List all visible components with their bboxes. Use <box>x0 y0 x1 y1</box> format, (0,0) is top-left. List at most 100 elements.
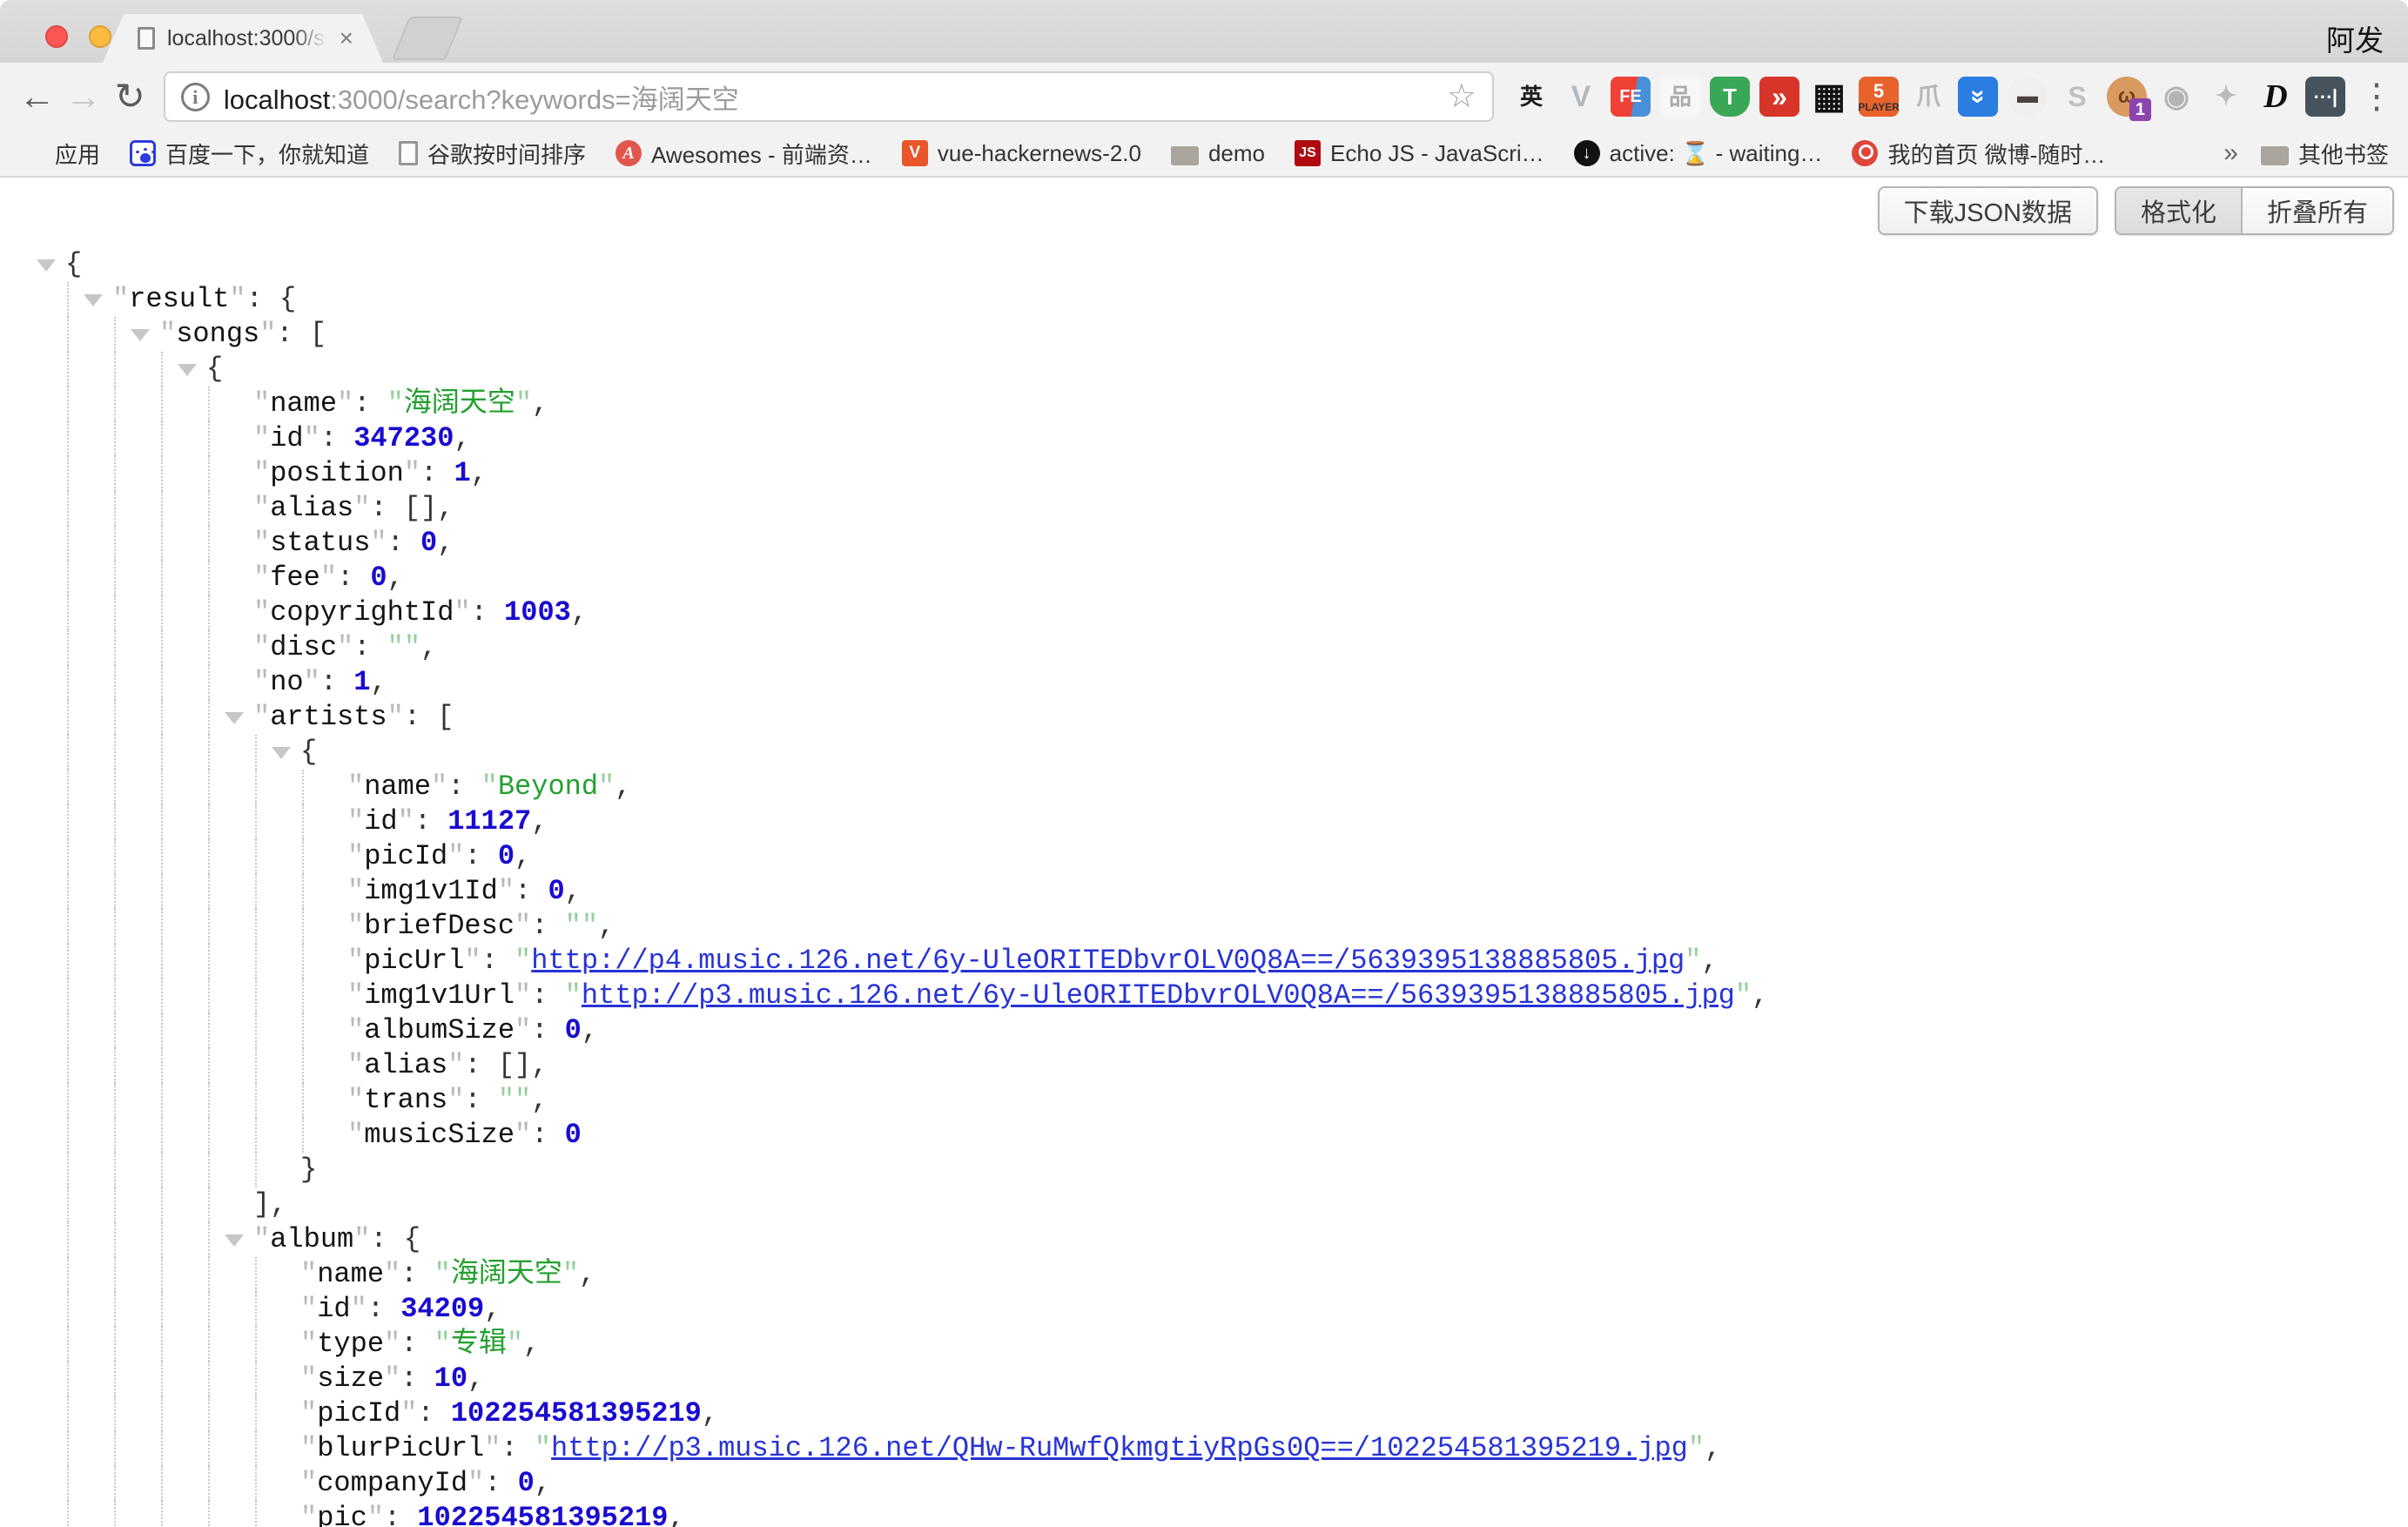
tab-close-icon[interactable]: × <box>340 26 353 50</box>
indent-guide <box>161 630 163 665</box>
json-punct: : <box>471 596 504 629</box>
back-button[interactable]: ← <box>14 78 60 115</box>
collapse-all-button[interactable]: 折叠所有 <box>2241 188 2392 233</box>
quote-mark: " <box>304 422 320 454</box>
bookmarks-overflow-chevron-icon[interactable]: » <box>2223 138 2238 168</box>
weibo-grey-extension-icon[interactable]: ◉ <box>2156 77 2196 117</box>
green-shield-extension-icon[interactable]: T <box>1710 77 1750 117</box>
reload-button[interactable]: ↻ <box>107 78 153 115</box>
json-line: "id": 11127, <box>0 804 2408 839</box>
indent-guide <box>255 839 257 874</box>
collapse-triangle-icon[interactable] <box>37 259 56 272</box>
qrcode-glyph: ▦ <box>1813 79 1846 114</box>
url-bar[interactable]: i localhost:3000/search?keywords=海阔天空 ☆ <box>164 71 1494 122</box>
json-punct: [ <box>310 318 326 350</box>
claw-extension-icon[interactable]: 爪 <box>1908 77 1948 117</box>
blue-chevron-extension-icon[interactable]: » <box>1958 77 1998 117</box>
bookmark-star-icon[interactable]: ☆ <box>1447 80 1476 113</box>
quote-mark: " <box>400 1397 417 1429</box>
indent-guide <box>302 979 304 1013</box>
html5-player-extension-icon[interactable]: 5PLAYER <box>1859 77 1899 117</box>
json-line: "alias": [], <box>0 1048 2408 1083</box>
json-url-link[interactable]: http://p4.music.126.net/6y-UleORITEDbvrO… <box>531 945 1685 977</box>
quote-mark: " <box>300 1328 317 1360</box>
bookmark-awesomes[interactable]: AAwesomes - 前端资… <box>615 138 872 170</box>
quote-mark: " <box>515 979 531 1012</box>
json-number: 0 <box>370 562 387 594</box>
site-info-icon[interactable]: i <box>181 83 210 111</box>
minimize-window-button[interactable] <box>89 25 111 48</box>
json-punct: [ <box>437 701 454 733</box>
json-line: "name": "海阔天空", <box>0 1257 2408 1292</box>
extension-badge: 1 <box>2129 98 2151 121</box>
mask-extension-icon[interactable]: ▬ <box>2008 77 2048 117</box>
indent-guide <box>208 1431 210 1466</box>
quote-mark: " <box>347 805 364 837</box>
indent-guide <box>67 665 69 700</box>
collapse-triangle-icon[interactable] <box>178 364 197 376</box>
indent-guide <box>161 1292 163 1327</box>
bookmark-vue-hackernews[interactable]: Vvue-hackernews-2.0 <box>902 140 1141 167</box>
bookmark-demo[interactable]: demo <box>1171 140 1265 167</box>
json-punct: { <box>279 283 296 315</box>
active-tab[interactable]: localhost:3000/search?keywor × <box>103 14 383 63</box>
json-url-link[interactable]: http://p3.music.126.net/6y-UleORITEDbvrO… <box>582 979 1735 1012</box>
collapse-triangle-icon[interactable] <box>225 712 244 724</box>
download-json-button[interactable]: 下载JSON数据 <box>1878 186 2098 235</box>
indent-guide <box>161 839 163 874</box>
indent-guide <box>67 804 69 839</box>
quote-mark: " <box>535 1432 551 1464</box>
profile-name[interactable]: 阿发 <box>2326 17 2384 59</box>
bookmark-echojs[interactable]: JSEcho JS - JavaScri… <box>1295 140 1544 167</box>
new-tab-button[interactable] <box>392 17 463 60</box>
collapse-triangle-icon[interactable] <box>272 747 291 759</box>
bookmark-active[interactable]: ↓active: ⌛ - waiting… <box>1574 140 1823 167</box>
bookmark-baidu[interactable]: 百度一下，你就知道 <box>130 138 369 170</box>
monkey-extension-icon[interactable]: ω1 <box>2107 77 2147 117</box>
indent-guide <box>208 491 210 526</box>
indent-guide <box>161 1362 163 1396</box>
fehelper-extension-icon[interactable]: FE <box>1611 77 1651 117</box>
hummingbird-glyph: ✦ <box>2215 84 2236 110</box>
json-line-code: "img1v1Url": "http://p3.music.126.net/6y… <box>347 979 1768 1013</box>
translate-extension-icon[interactable]: 英 <box>1511 77 1551 117</box>
bookmark-google-sorted[interactable]: 谷歌按时间排序 <box>399 138 586 170</box>
json-line: "name": "Beyond", <box>0 770 2408 804</box>
vue-devtools-glyph: V <box>1571 82 1591 111</box>
sitemap-extension-icon[interactable]: 品 <box>1660 77 1700 117</box>
hummingbird-extension-icon[interactable]: ✦ <box>2206 77 2246 117</box>
word-translate-extension-icon[interactable]: ⋯| <box>2305 77 2345 117</box>
fast-forward-extension-icon[interactable]: » <box>1759 77 1799 117</box>
json-url-link[interactable]: http://p3.music.126.net/QHw-RuMwfQkmgtiy… <box>551 1432 1688 1464</box>
format-button[interactable]: 格式化 <box>2116 188 2241 233</box>
s-disabled-extension-icon[interactable]: S <box>2057 77 2097 117</box>
indent-guide <box>67 282 69 317</box>
collapse-triangle-icon[interactable] <box>131 329 150 341</box>
chrome-menu-icon[interactable]: ⋮ <box>2359 77 2394 117</box>
quote-mark: " <box>404 631 420 663</box>
json-line-code: "albumSize": 0, <box>347 1013 598 1048</box>
bookmark-label: Echo JS - JavaScri… <box>1330 140 1544 167</box>
qrcode-extension-icon[interactable]: ▦ <box>1809 77 1849 117</box>
indent-guide <box>255 1327 257 1362</box>
json-punct: , <box>565 875 582 907</box>
collapse-triangle-icon[interactable] <box>225 1234 244 1247</box>
collapse-triangle-icon[interactable] <box>84 294 103 306</box>
json-value: name <box>364 770 431 803</box>
bookmark-weibo-home[interactable]: 我的首页 微博-随时… <box>1852 138 2105 170</box>
apps-icon <box>19 140 45 166</box>
bookmark-other-bookmarks[interactable]: 其他书签 <box>2261 138 2389 170</box>
json-number: 0 <box>420 527 437 559</box>
vue-devtools-extension-icon[interactable]: V <box>1561 77 1601 117</box>
indent-guide <box>208 839 210 874</box>
indent-guide <box>208 1466 210 1501</box>
indent-guide <box>67 909 69 944</box>
bookmark-apps[interactable]: 应用 <box>19 138 100 170</box>
indent-guide <box>161 1396 163 1431</box>
url-text[interactable]: localhost:3000/search?keywords=海阔天空 <box>224 77 739 117</box>
indent-guide <box>208 1048 210 1083</box>
quote-mark: " <box>565 910 582 942</box>
d-cursive-extension-icon[interactable]: D <box>2256 77 2296 117</box>
close-window-button[interactable] <box>45 25 68 48</box>
indent-guide <box>67 630 69 665</box>
